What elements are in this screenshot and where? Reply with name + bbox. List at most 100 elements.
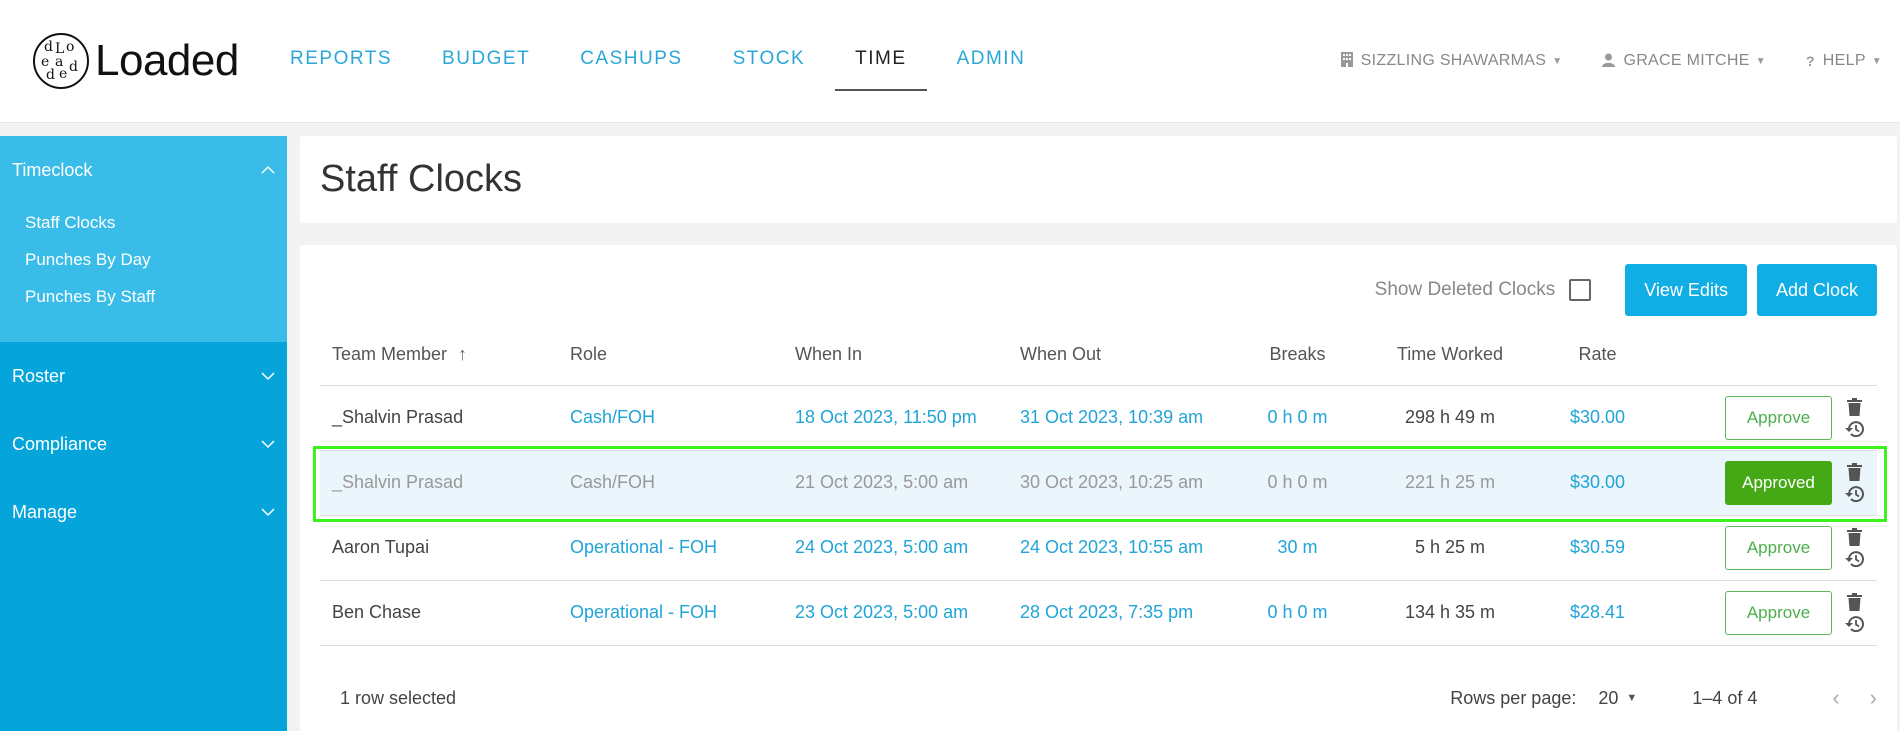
sidebar-item-timeclock[interactable]: Timeclock <box>0 136 287 204</box>
col-when-in[interactable]: When In <box>795 325 1020 386</box>
chevron-left-icon[interactable]: ‹ <box>1832 685 1839 711</box>
table-row[interactable]: _Shalvin Prasad Cash/FOH 18 Oct 2023, 11… <box>320 385 1877 451</box>
question-icon: ? <box>1805 53 1815 69</box>
cell-when-out[interactable]: 30 Oct 2023, 10:25 am <box>1020 450 1245 516</box>
cell-role[interactable]: Cash/FOH <box>570 450 795 516</box>
loaded-logo[interactable]: dLo ea ded Loaded <box>33 33 239 89</box>
caret-down-icon: ▼ <box>1626 692 1638 704</box>
cell-rate[interactable]: $30.59 <box>1550 515 1645 581</box>
chevron-down-icon <box>261 508 275 517</box>
col-actions <box>1645 325 1832 386</box>
sidebar-item-roster[interactable]: Roster <box>0 342 287 410</box>
chevron-down-icon <box>261 440 275 449</box>
table-row[interactable]: _Shalvin Prasad Cash/FOH 21 Oct 2023, 5:… <box>320 450 1877 516</box>
clocks-table: Team Member ↑ Role When In When Out Brea… <box>320 325 1877 646</box>
cell-role[interactable]: Operational - FOH <box>570 515 795 581</box>
cell-when-in[interactable]: 18 Oct 2023, 11:50 pm <box>795 385 1020 451</box>
table-row[interactable]: Aaron Tupai Operational - FOH 24 Oct 202… <box>320 515 1877 581</box>
table-header-row: Team Member ↑ Role When In When Out Brea… <box>320 325 1877 386</box>
cell-breaks[interactable]: 30 m <box>1245 515 1350 581</box>
cell-breaks[interactable]: 0 h 0 m <box>1245 385 1350 451</box>
sidebar-item-punches-by-day[interactable]: Punches By Day <box>25 241 287 278</box>
user-menu[interactable]: GRACE MITCHE ▼ <box>1602 52 1766 70</box>
cell-icons <box>1832 580 1877 646</box>
col-icons <box>1832 325 1877 386</box>
cell-role[interactable]: Operational - FOH <box>570 580 795 646</box>
cell-team-member: _Shalvin Prasad <box>320 385 570 451</box>
sidebar-item-punches-by-staff[interactable]: Punches By Staff <box>25 278 287 315</box>
store-selector[interactable]: SIZZLING SHAWARMAS ▼ <box>1340 52 1563 70</box>
cell-team-member: Aaron Tupai <box>320 515 570 581</box>
cell-when-in[interactable]: 21 Oct 2023, 5:00 am <box>795 450 1020 516</box>
nav-admin[interactable]: ADMIN <box>957 48 1026 90</box>
col-when-out[interactable]: When Out <box>1020 325 1245 386</box>
approved-button[interactable]: Approved <box>1725 460 1832 505</box>
history-icon[interactable] <box>1844 420 1865 438</box>
cell-rate[interactable]: $28.41 <box>1550 580 1645 646</box>
view-edits-button[interactable]: View Edits <box>1625 264 1747 316</box>
trash-icon[interactable] <box>1847 527 1862 546</box>
trash-icon[interactable] <box>1847 462 1862 481</box>
cell-action: Approve <box>1645 385 1832 451</box>
cell-icons <box>1832 450 1877 516</box>
cell-action: Approved <box>1645 450 1832 516</box>
approve-button[interactable]: Approve <box>1725 590 1832 635</box>
nav-reports[interactable]: REPORTS <box>290 48 392 90</box>
col-breaks[interactable]: Breaks <box>1245 325 1350 386</box>
history-icon[interactable] <box>1844 550 1865 568</box>
cell-team-member: _Shalvin Prasad <box>320 450 570 516</box>
sidebar-item-compliance[interactable]: Compliance <box>0 410 287 478</box>
add-clock-button[interactable]: Add Clock <box>1756 264 1877 316</box>
logo-emblem-icon: dLo ea ded <box>33 33 89 89</box>
cell-rate[interactable]: $30.00 <box>1550 450 1645 516</box>
cell-when-out[interactable]: 31 Oct 2023, 10:39 am <box>1020 385 1245 451</box>
cell-icons <box>1832 385 1877 451</box>
nav-time[interactable]: TIME <box>835 48 928 91</box>
history-icon[interactable] <box>1844 615 1865 633</box>
top-right-menu: SIZZLING SHAWARMAS ▼ GRACE MITCHE ▼ ? HE… <box>1301 52 1882 70</box>
col-team-member[interactable]: Team Member ↑ <box>320 325 570 386</box>
table-row[interactable]: Ben Chase Operational - FOH 23 Oct 2023,… <box>320 580 1877 646</box>
sidebar-item-label: Roster <box>12 365 66 386</box>
history-icon[interactable] <box>1844 485 1865 503</box>
trash-icon[interactable] <box>1847 592 1862 611</box>
table-toolbar: Show Deleted Clocks View Edits Add Clock <box>1375 264 1877 316</box>
approve-button[interactable]: Approve <box>1725 525 1832 570</box>
col-rate[interactable]: Rate <box>1550 325 1645 386</box>
cell-role[interactable]: Cash/FOH <box>570 385 795 451</box>
cell-when-out[interactable]: 28 Oct 2023, 7:35 pm <box>1020 580 1245 646</box>
top-navbar: dLo ea ded Loaded REPORTS BUDGET CASHUPS… <box>0 0 1900 123</box>
selection-count: 1 row selected <box>340 687 457 708</box>
cell-when-in[interactable]: 24 Oct 2023, 5:00 am <box>795 515 1020 581</box>
cell-team-member: Ben Chase <box>320 580 570 646</box>
nav-cashups[interactable]: CASHUPS <box>580 48 682 90</box>
rows-per-page-select[interactable]: 20 ▼ <box>1598 688 1637 709</box>
chevron-right-icon[interactable]: › <box>1870 685 1877 711</box>
show-deleted-label: Show Deleted Clocks <box>1374 279 1556 300</box>
sidebar-item-label: Timeclock <box>12 159 93 180</box>
nav-stock[interactable]: STOCK <box>733 48 806 90</box>
trash-icon[interactable] <box>1847 397 1862 416</box>
approve-button[interactable]: Approve <box>1725 395 1832 440</box>
sidebar-item-staff-clocks[interactable]: Staff Clocks <box>25 204 287 241</box>
sidebar-item-manage[interactable]: Manage <box>0 478 287 546</box>
col-role[interactable]: Role <box>570 325 795 386</box>
cell-rate[interactable]: $30.00 <box>1550 385 1645 451</box>
page-range: 1–4 of 4 <box>1692 687 1758 708</box>
cell-icons <box>1832 515 1877 581</box>
cell-when-in[interactable]: 23 Oct 2023, 5:00 am <box>795 580 1020 646</box>
cell-action: Approve <box>1645 515 1832 581</box>
cell-breaks[interactable]: 0 h 0 m <box>1245 580 1350 646</box>
user-icon <box>1602 53 1616 70</box>
building-icon <box>1340 52 1353 70</box>
col-time-worked[interactable]: Time Worked <box>1350 325 1550 386</box>
sidebar-submenu: Staff Clocks Punches By Day Punches By S… <box>0 204 287 315</box>
sidebar: Timeclock Staff Clocks Punches By Day Pu… <box>0 136 287 731</box>
help-menu[interactable]: ? HELP ▼ <box>1806 52 1882 70</box>
pagination: Rows per page: 20 ▼ 1–4 of 4 ‹ › <box>1450 685 1877 711</box>
cell-time-worked: 134 h 35 m <box>1350 580 1550 646</box>
cell-breaks[interactable]: 0 h 0 m <box>1245 450 1350 516</box>
show-deleted-checkbox[interactable] <box>1569 279 1592 301</box>
nav-budget[interactable]: BUDGET <box>442 48 530 90</box>
cell-when-out[interactable]: 24 Oct 2023, 10:55 am <box>1020 515 1245 581</box>
